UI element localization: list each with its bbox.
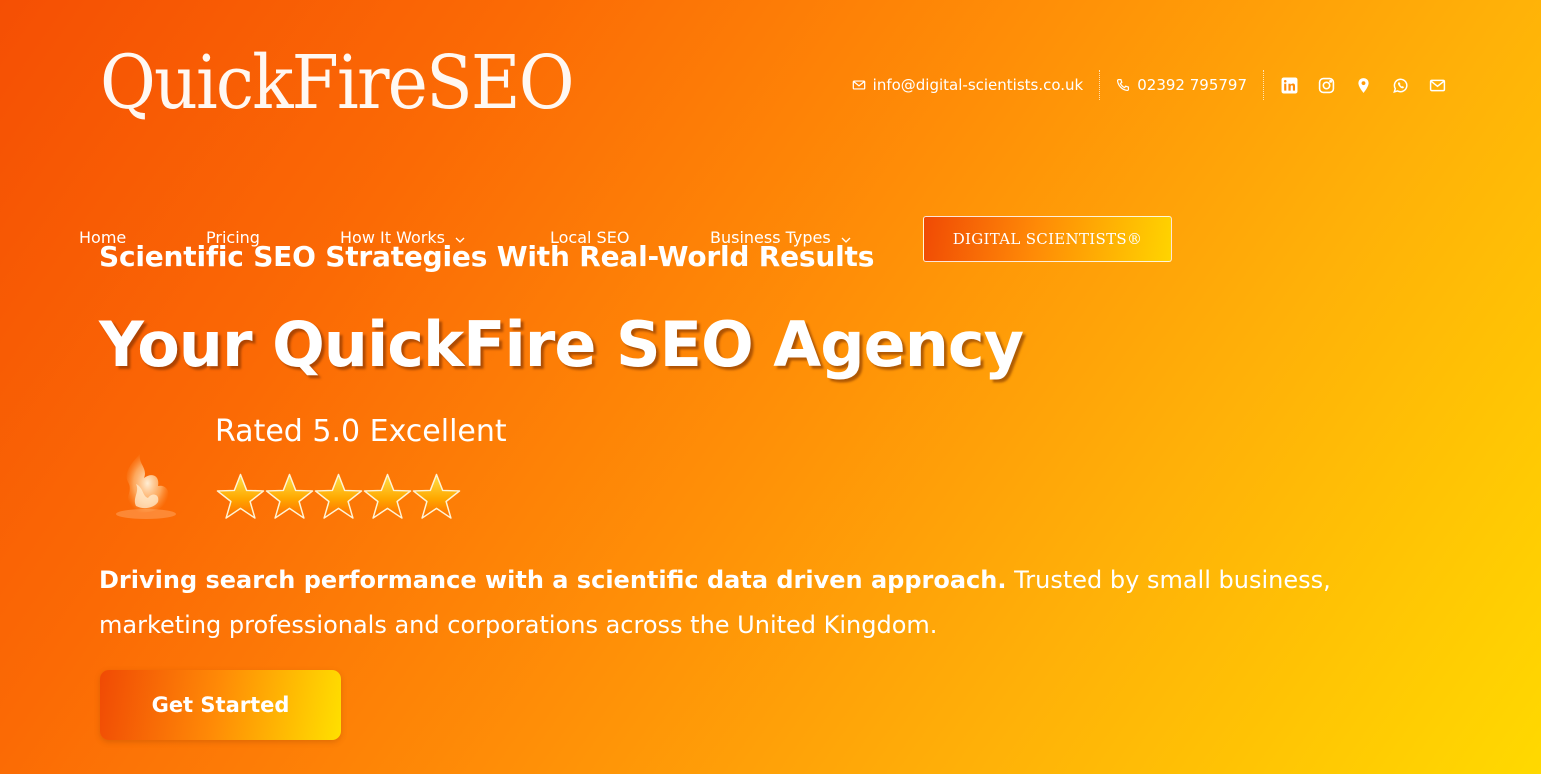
digital-scientists-button[interactable]: DIGITAL SCIENTISTS® (923, 216, 1172, 262)
hero-description-bold: Driving search performance with a scient… (99, 566, 1007, 594)
map-pin-icon (1358, 77, 1369, 93)
contact-bar: info@digital-scientists.co.uk 02392 7957… (836, 70, 1447, 100)
social-links (1264, 76, 1447, 95)
instagram-icon (1318, 77, 1335, 93)
star-icon (314, 473, 363, 519)
instagram-link[interactable] (1317, 76, 1336, 95)
phone-link[interactable]: 02392 795797 (1100, 76, 1263, 94)
rating-label: Rated 5.0 Excellent (215, 414, 507, 449)
hero-description: Driving search performance with a scient… (99, 558, 1459, 648)
phone-text: 02392 795797 (1137, 76, 1247, 94)
linkedin-link[interactable] (1280, 76, 1299, 95)
hero-subtitle: Scientific SEO Strategies With Real-Worl… (99, 240, 875, 273)
mail-link[interactable] (1428, 76, 1447, 95)
star-icon (363, 473, 412, 519)
smoke-logo-icon (116, 454, 176, 519)
get-started-button[interactable]: Get Started (100, 670, 341, 740)
email-text: info@digital-scientists.co.uk (872, 76, 1084, 94)
star-icon (216, 473, 265, 519)
star-icon (412, 473, 461, 519)
mail-icon (1429, 79, 1446, 91)
map-link[interactable] (1354, 76, 1373, 95)
whatsapp-icon (1393, 78, 1408, 93)
rating-stars (216, 471, 461, 523)
email-link[interactable]: info@digital-scientists.co.uk (836, 76, 1100, 94)
mail-icon (852, 80, 865, 90)
linkedin-icon (1281, 77, 1298, 93)
page-title: Your QuickFire SEO Agency (99, 308, 1024, 381)
phone-icon (1117, 78, 1130, 92)
site-logo[interactable]: QuickFireSEO (100, 46, 575, 120)
whatsapp-link[interactable] (1391, 76, 1410, 95)
star-icon (265, 473, 314, 519)
